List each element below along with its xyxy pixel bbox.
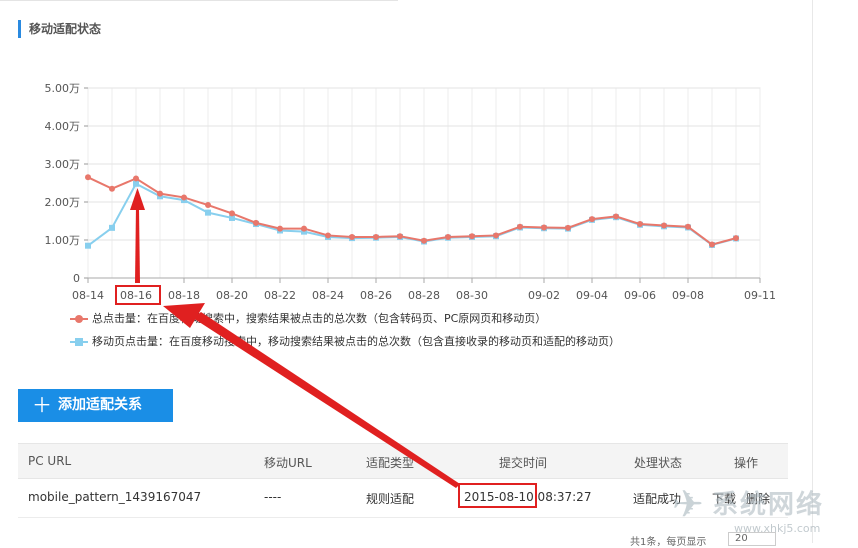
bird-logo-icon: ✈ xyxy=(672,482,704,526)
data-point xyxy=(85,242,91,249)
data-point xyxy=(325,232,331,239)
add-adaptation-button[interactable]: ＋ 添加适配关系 xyxy=(18,389,173,422)
data-point xyxy=(565,224,571,231)
data-point xyxy=(493,232,499,239)
col-submit-time: 提交时间 xyxy=(499,456,548,470)
data-point xyxy=(253,219,259,226)
x-tick-label: 09-04 xyxy=(576,289,608,300)
row-mobile-url: ---- xyxy=(264,490,282,504)
col-mobile-url: 移动URL xyxy=(264,456,312,470)
legend-label-mobile: 移动页点击量：在百度移动搜索中，移动搜索结果被点击的总次数（包含直接收录的移动页… xyxy=(92,335,620,348)
right-divider xyxy=(812,0,813,543)
data-point xyxy=(373,233,379,240)
row-pc-url: mobile_pattern_1439167047 xyxy=(28,490,202,504)
highlight-box-submit-date xyxy=(458,483,537,508)
add-adaptation-label: 添加适配关系 xyxy=(58,397,142,413)
legend-total-clicks[interactable]: 总点击量：在百度移动搜索中，搜索结果被点击的总次数（包含转码页、PC原网页和移动… xyxy=(70,310,546,326)
table-header: PC URL 移动URL 适配类型 提交时间 处理状态 操作 xyxy=(18,443,788,479)
data-point xyxy=(397,233,403,240)
x-tick-label: 09-02 xyxy=(528,289,560,300)
y-tick-label: 2.00万 xyxy=(45,196,81,209)
data-point xyxy=(109,224,115,231)
data-point xyxy=(685,223,691,230)
legend-label-total: 总点击量：在百度移动搜索中，搜索结果被点击的总次数（包含转码页、PC原网页和移动… xyxy=(92,312,547,325)
data-point xyxy=(349,233,355,240)
section-title: 移动适配状态 xyxy=(18,20,101,38)
data-point xyxy=(157,190,163,197)
x-tick-label: 08-14 xyxy=(72,289,104,300)
watermark-url: www.xhkj5.com xyxy=(734,522,821,535)
x-tick-label: 09-11 xyxy=(744,289,776,300)
plus-icon: ＋ xyxy=(32,393,52,417)
click-trend-chart: 01.00万2.00万3.00万4.00万5.00万08-14 08-16 08-1… xyxy=(45,82,776,300)
legend-marker-mobile xyxy=(70,337,88,347)
x-tick-label: 08-28 xyxy=(408,289,440,300)
data-point xyxy=(229,210,235,217)
col-operation: 操作 xyxy=(734,456,759,470)
col-pc-url: PC URL xyxy=(28,454,72,468)
watermark-brand: 系统网络 xyxy=(712,490,825,520)
col-type: 适配类型 xyxy=(366,456,415,470)
data-point xyxy=(421,237,427,244)
data-point xyxy=(469,233,475,240)
data-point xyxy=(709,241,715,248)
data-point xyxy=(589,216,595,223)
legend-marker-total xyxy=(70,314,88,324)
data-point xyxy=(133,180,139,187)
x-tick-label: 09-08 xyxy=(672,289,704,300)
x-tick-label: 09-06 xyxy=(624,289,656,300)
y-tick-label: 0 xyxy=(73,272,80,285)
data-point xyxy=(517,223,523,230)
data-point xyxy=(133,175,139,182)
y-tick-label: 1.00万 xyxy=(45,234,81,247)
x-tick-label: 08-24 xyxy=(312,289,344,300)
data-point xyxy=(205,209,211,216)
data-point xyxy=(181,194,187,201)
y-tick-label: 4.00万 xyxy=(45,120,81,133)
y-tick-label: 5.00万 xyxy=(45,82,81,95)
x-tick-label: 08-30 xyxy=(456,289,488,300)
legend-mobile-clicks[interactable]: 移动页点击量：在百度移动搜索中，移动搜索结果被点击的总次数（包含直接收录的移动页… xyxy=(70,333,620,349)
data-point xyxy=(613,213,619,220)
x-tick-label: 08-20 xyxy=(216,289,248,300)
x-tick-label: 08-22 xyxy=(264,289,296,300)
x-tick-label: 08-18 xyxy=(168,289,200,300)
row-type: 规则适配 xyxy=(366,492,415,506)
x-tick-label: 08-26 xyxy=(360,289,392,300)
data-point xyxy=(661,222,667,229)
top-divider xyxy=(0,0,398,1)
data-point xyxy=(637,221,643,228)
data-point xyxy=(205,202,211,209)
data-point xyxy=(277,225,283,232)
y-tick-label: 3.00万 xyxy=(45,158,81,171)
highlight-box-date-tick xyxy=(115,285,161,305)
data-point xyxy=(733,235,739,242)
col-status: 处理状态 xyxy=(634,456,683,470)
data-point xyxy=(85,174,91,181)
data-point xyxy=(541,224,547,231)
watermark: ✈ 系统网络 www.xhkj5.com xyxy=(672,482,852,542)
data-point xyxy=(301,225,307,232)
data-point xyxy=(445,233,451,240)
data-point xyxy=(109,185,115,192)
